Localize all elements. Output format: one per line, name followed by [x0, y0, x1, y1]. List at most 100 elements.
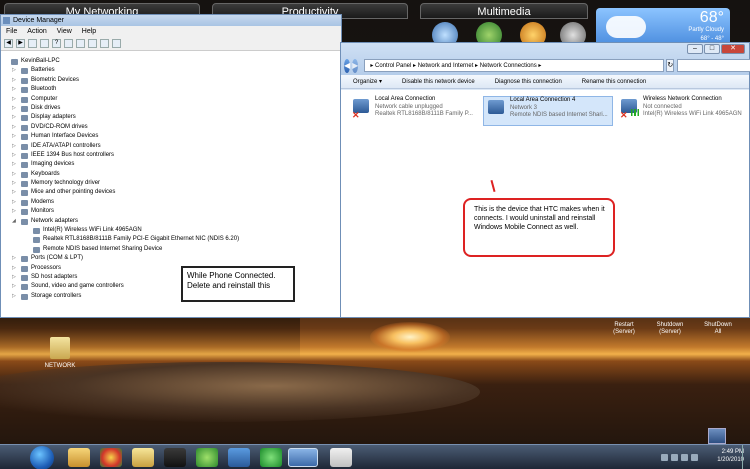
- properties-icon[interactable]: [28, 39, 37, 48]
- chrome-taskbar-icon[interactable]: [100, 448, 122, 467]
- back-button[interactable]: ◀: [344, 58, 351, 73]
- download-icon[interactable]: [708, 428, 726, 444]
- network-connections-taskbar-button[interactable]: [288, 448, 318, 467]
- gadget-label: ShutDown: [704, 322, 732, 328]
- organize-menu[interactable]: Organize ▾: [353, 78, 382, 85]
- disable-device-button[interactable]: Disable this network device: [402, 79, 475, 85]
- keyboard-icon: [21, 171, 28, 178]
- network-tray-icon[interactable]: [681, 454, 688, 461]
- tree-item[interactable]: ▷ Mice and other pointing devices: [7, 188, 341, 197]
- network-connections-window[interactable]: – □ ✕ ◀ ▶ ▸ Control Panel ▸ Network and …: [340, 42, 750, 318]
- tree-item[interactable]: ▷ Batteries: [7, 66, 341, 75]
- annotation-callout: This is the device that HTC makes when i…: [463, 198, 615, 257]
- tree-item[interactable]: ▷ Bluetooth: [7, 85, 341, 94]
- view-icon[interactable]: [40, 39, 49, 48]
- menu-action[interactable]: Action: [27, 26, 46, 37]
- help-icon[interactable]: ?: [52, 39, 61, 48]
- search-input[interactable]: [677, 59, 750, 72]
- network-connections-titlebar[interactable]: – □ ✕ ◀ ▶ ▸ Control Panel ▸ Network and …: [341, 43, 750, 75]
- mouse-icon: [21, 190, 28, 197]
- tree-item[interactable]: ▷ Modems: [7, 198, 341, 207]
- sunset-glow: [370, 322, 450, 352]
- forward-button[interactable]: ▶: [352, 58, 359, 73]
- tree-item[interactable]: ▷ Imaging devices: [7, 160, 341, 169]
- diagnose-connection-button[interactable]: Diagnose this connection: [495, 79, 562, 85]
- menu-file[interactable]: File: [6, 26, 17, 37]
- show-hidden-icon[interactable]: [661, 454, 668, 461]
- clock[interactable]: 2:49 PM 1/20/2010: [717, 448, 744, 464]
- connection-wireless[interactable]: ✕ Wireless Network Connection Not connec…: [617, 96, 745, 126]
- tree-label: Mice and other pointing devices: [31, 189, 116, 196]
- maximize-button[interactable]: □: [704, 44, 720, 54]
- storage-icon: [21, 293, 28, 300]
- signal-bars-icon: [631, 109, 639, 116]
- rename-connection-button[interactable]: Rename this connection: [582, 79, 646, 85]
- tree-item[interactable]: ▷ Biometric Devices: [7, 76, 341, 85]
- tree-item[interactable]: ▷ IEEE 1394 Bus host controllers: [7, 151, 341, 160]
- device-manager-icon: [3, 17, 10, 24]
- scan-icon[interactable]: [76, 39, 85, 48]
- connection-local-area-4[interactable]: Local Area Connection 4 Network 3 Remote…: [483, 96, 613, 126]
- tree-item[interactable]: ▷ Memory technology driver: [7, 179, 341, 188]
- media-taskbar-icon[interactable]: [164, 448, 186, 467]
- tree-item[interactable]: ▷ Monitors: [7, 207, 341, 216]
- tree-item[interactable]: ▷ Keyboards: [7, 170, 341, 179]
- tree-item[interactable]: ▷ Computer: [7, 95, 341, 104]
- start-button[interactable]: [30, 446, 54, 469]
- tree-label: Disk drives: [31, 104, 61, 111]
- disconnected-icon: ✕: [352, 110, 360, 120]
- shutdown-server-button[interactable]: Shutdown (Server): [648, 322, 692, 338]
- menu-help[interactable]: Help: [82, 26, 96, 37]
- tree-item[interactable]: ▷ Human Interface Devices: [7, 132, 341, 141]
- network-adapter-icon: [33, 237, 40, 244]
- disable-icon[interactable]: [112, 39, 121, 48]
- back-icon[interactable]: ◀: [4, 39, 13, 48]
- tree-child-item[interactable]: Intel(R) Wireless WiFi Link 4965AGN: [7, 226, 341, 235]
- tree-label: Modems: [31, 198, 55, 205]
- tree-item[interactable]: ▷ Disk drives: [7, 104, 341, 113]
- desktop-icon-network[interactable]: NETWORK: [40, 337, 80, 369]
- uninstall-icon[interactable]: [100, 39, 109, 48]
- group-multimedia[interactable]: Multimedia: [420, 3, 588, 19]
- network-adapter-icon: [488, 100, 504, 114]
- refresh-button[interactable]: ↻: [666, 59, 675, 72]
- tree-child-item[interactable]: Remote NDIS based Internet Sharing Devic…: [7, 245, 341, 254]
- tree-item[interactable]: ▷ IDE ATA/ATAPI controllers: [7, 142, 341, 151]
- disk-icon: [21, 105, 28, 112]
- messenger-taskbar-icon[interactable]: [196, 448, 218, 467]
- forward-icon[interactable]: ▶: [16, 39, 25, 48]
- show-desktop-button[interactable]: [742, 445, 750, 469]
- display-icon: [21, 115, 28, 122]
- folder-taskbar-icon[interactable]: [132, 448, 154, 467]
- volume-icon[interactable]: [691, 454, 698, 461]
- tree-item[interactable]: ▷ Display adapters: [7, 113, 341, 122]
- tree-label: Sound, video and game controllers: [31, 283, 124, 290]
- tree-child-item[interactable]: Realtek RTL8168B/8111B Family PCI-E Giga…: [7, 235, 341, 244]
- close-button[interactable]: ✕: [721, 44, 745, 54]
- address-bar[interactable]: ▸ Control Panel ▸ Network and Internet ▸…: [364, 59, 665, 72]
- connection-local-area[interactable]: ✕ Local Area Connection Network cable un…: [349, 96, 479, 126]
- device-manager-window[interactable]: Device Manager File Action View Help ◀ ▶…: [0, 14, 342, 318]
- tree-label: SD host adapters: [31, 273, 78, 280]
- shutdown-all-button[interactable]: ShutDown All: [696, 322, 740, 338]
- network-taskbar-icon[interactable]: [228, 448, 250, 467]
- update-driver-icon[interactable]: [88, 39, 97, 48]
- device-manager-titlebar[interactable]: Device Manager: [1, 15, 341, 26]
- menu-view[interactable]: View: [57, 26, 72, 37]
- app-taskbar-icon[interactable]: [260, 448, 282, 467]
- tree-label: Network adapters: [31, 217, 79, 224]
- flag-icon[interactable]: [671, 454, 678, 461]
- explorer-taskbar-icon[interactable]: [68, 448, 90, 467]
- device-manager-taskbar-button[interactable]: [330, 448, 352, 467]
- restart-server-button[interactable]: Restart (Server): [604, 322, 644, 338]
- tree-root[interactable]: ◢KevinBall-LPC: [7, 57, 341, 66]
- tree-label: Memory technology driver: [31, 180, 101, 187]
- computer-icon: [11, 59, 18, 65]
- connections-list: ✕ Local Area Connection Network cable un…: [341, 90, 749, 317]
- tree-item[interactable]: ▷ DVD/CD-ROM drives: [7, 123, 341, 132]
- tree-label: Intel(R) Wireless WiFi Link 4965AGN: [43, 227, 142, 234]
- tree-item[interactable]: ▷ Ports (COM & LPT): [7, 254, 341, 263]
- minimize-button[interactable]: –: [687, 44, 703, 54]
- grid-icon[interactable]: [64, 39, 73, 48]
- tree-item-network-adapters[interactable]: ◢ Network adapters: [7, 217, 341, 226]
